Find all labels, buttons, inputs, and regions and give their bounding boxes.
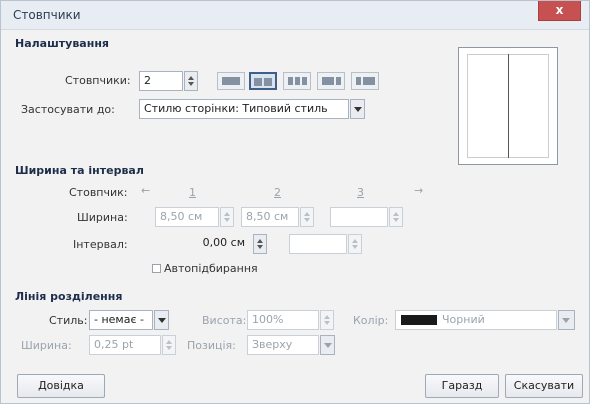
preset-two-columns-left-weighted[interactable] xyxy=(317,72,345,90)
close-button[interactable]: x xyxy=(538,1,581,21)
preset-two-columns[interactable] xyxy=(249,72,277,90)
width-label: Ширина: xyxy=(77,211,128,224)
settings-heading: Налаштування xyxy=(15,37,109,50)
spacing-2-input[interactable] xyxy=(289,234,347,254)
prev-column-arrow-icon[interactable]: ← xyxy=(141,184,150,197)
columns-count-spinner[interactable] xyxy=(184,71,198,91)
spacing-2-spinner[interactable] xyxy=(348,234,362,254)
column-2-width-spinner[interactable] xyxy=(300,207,314,227)
column-number-2: 2 xyxy=(274,186,281,199)
separator-height-input[interactable]: 100% xyxy=(247,310,319,330)
column-number-3: 3 xyxy=(357,186,364,199)
cancel-button[interactable]: Скасувати xyxy=(505,374,583,398)
separator-style-select[interactable]: - немає - xyxy=(89,310,153,330)
help-button[interactable]: Довідка xyxy=(17,374,105,398)
separator-height-spinner[interactable] xyxy=(320,310,334,330)
window-title: Стовпчики xyxy=(13,8,81,22)
title-bar: Стовпчики x xyxy=(1,1,589,30)
apply-to-dropdown-icon[interactable] xyxy=(350,99,365,119)
separator-style-label: Стиль: xyxy=(49,314,88,327)
column-3-width-input[interactable] xyxy=(330,207,388,227)
separator-position-label: Позиція: xyxy=(187,339,236,352)
column-number-1: 1 xyxy=(189,186,196,199)
separator-color-label: Колір: xyxy=(353,314,389,327)
apply-to-label: Застосувати до: xyxy=(21,103,115,116)
spacing-label: Інтервал: xyxy=(73,238,128,251)
color-swatch-icon xyxy=(401,315,437,325)
autofit-checkbox[interactable] xyxy=(152,264,161,273)
columns-count-input[interactable]: 2 xyxy=(139,71,183,91)
separator-width-spinner[interactable] xyxy=(162,335,176,355)
column-1-width-input[interactable]: 8,50 см xyxy=(155,207,219,227)
preset-two-columns-right-weighted[interactable] xyxy=(351,72,379,90)
separator-position-dropdown-icon[interactable] xyxy=(320,335,335,355)
column-2-width-input[interactable]: 8,50 см xyxy=(241,207,299,227)
column-3-width-spinner[interactable] xyxy=(389,207,403,227)
spacing-1-input[interactable]: 0,00 см xyxy=(187,234,249,254)
columns-dialog: Стовпчики x Налаштування Стовпчики: 2 За… xyxy=(0,0,590,404)
preset-three-columns[interactable] xyxy=(283,72,311,90)
autofit-label: Автопідбирання xyxy=(164,262,258,275)
separator-height-label: Висота: xyxy=(202,314,247,327)
separator-heading: Лінія розділення xyxy=(15,290,123,303)
column-divider-preview xyxy=(508,54,509,158)
columns-label: Стовпчики: xyxy=(65,74,131,87)
apply-to-select[interactable]: Стилю сторінки: Типовий стиль xyxy=(139,99,349,119)
spacing-1-spinner[interactable] xyxy=(253,234,267,254)
separator-width-input[interactable]: 0,25 pt xyxy=(89,335,161,355)
column-1-width-spinner[interactable] xyxy=(220,207,234,227)
ok-button[interactable]: Гаразд xyxy=(425,374,499,398)
column-label: Стовпчик: xyxy=(69,186,128,199)
separator-style-dropdown-icon[interactable] xyxy=(154,310,169,330)
columns-preview xyxy=(458,47,558,165)
width-spacing-heading: Ширина та інтервал xyxy=(15,164,144,177)
separator-width-label: Ширина: xyxy=(21,339,72,352)
separator-color-dropdown-icon[interactable] xyxy=(558,310,575,330)
next-column-arrow-icon[interactable]: → xyxy=(414,184,423,197)
preset-one-column[interactable] xyxy=(217,72,245,90)
separator-position-select[interactable]: Зверху xyxy=(247,335,319,355)
